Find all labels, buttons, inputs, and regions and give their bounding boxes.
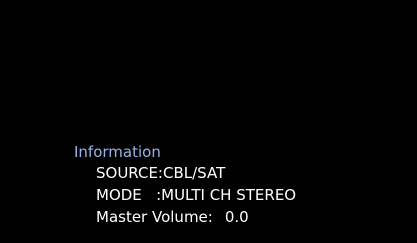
source-label: SOURCE:	[96, 164, 163, 182]
mode-row: MODE :MULTI CH STEREO	[74, 185, 296, 207]
source-row: SOURCE:CBL/SAT	[74, 163, 296, 185]
master-volume-row: Master Volume: 0.0	[74, 207, 296, 229]
mode-value: MULTI CH STEREO	[161, 186, 297, 204]
mode-label: MODE :	[96, 186, 162, 204]
source-value: CBL/SAT	[163, 164, 226, 182]
information-title: Information	[74, 143, 161, 161]
master-volume-label: Master Volume:	[96, 208, 213, 226]
master-volume-value: 0.0	[224, 208, 249, 226]
osd-screen: Information SOURCE:CBL/SAT MODE :MULTI C…	[0, 0, 417, 243]
information-panel: Information SOURCE:CBL/SAT MODE :MULTI C…	[74, 142, 296, 229]
